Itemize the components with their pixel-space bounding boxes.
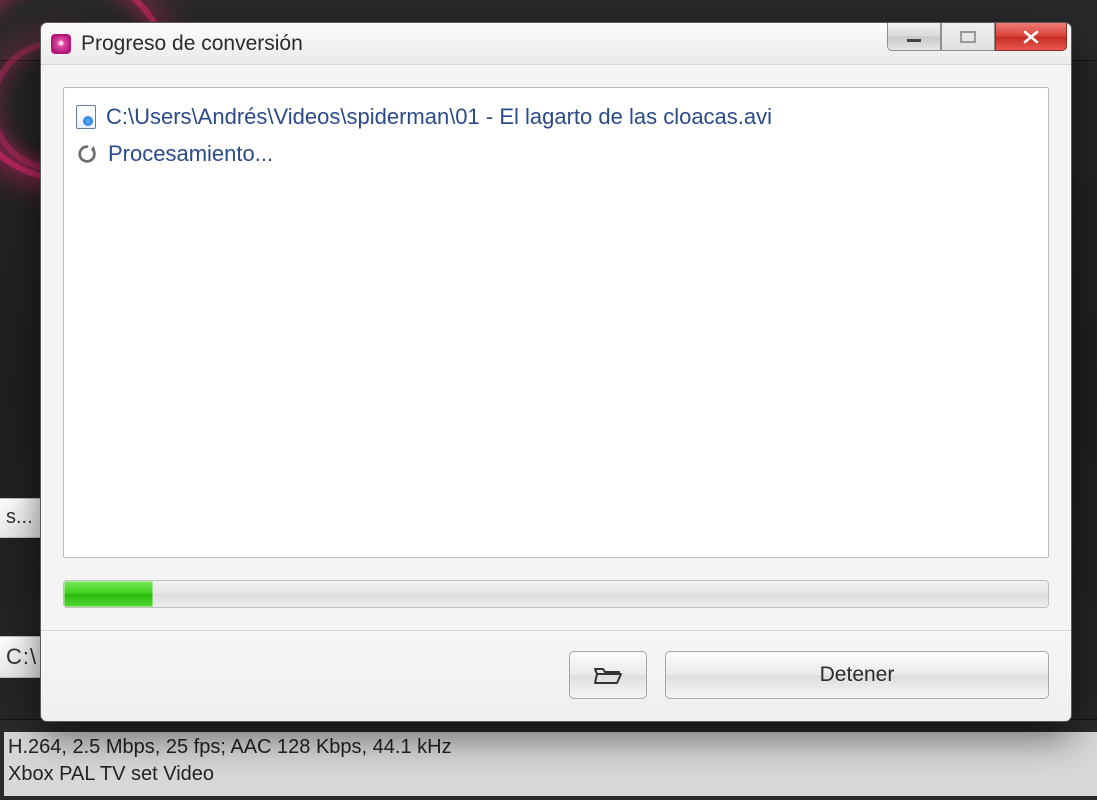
dialog-title: Progreso de conversión	[81, 32, 303, 56]
progress-fill	[64, 581, 153, 607]
open-folder-button[interactable]	[569, 651, 647, 699]
file-row[interactable]: C:\Users\Andrés\Videos\spiderman\01 - El…	[76, 98, 1036, 135]
close-icon	[1021, 30, 1041, 44]
video-file-icon	[76, 105, 96, 129]
maximize-icon	[959, 30, 977, 44]
stop-button[interactable]: Detener	[665, 651, 1049, 699]
status-text: Procesamiento...	[108, 135, 273, 172]
dialog-footer: Detener	[41, 630, 1071, 721]
file-list: C:\Users\Andrés\Videos\spiderman\01 - El…	[63, 87, 1049, 558]
close-button[interactable]	[995, 23, 1067, 51]
window-controls	[887, 23, 1067, 51]
file-path-text: C:\Users\Andrés\Videos\spiderman\01 - El…	[106, 98, 772, 135]
parent-codec-info: H.264, 2.5 Mbps, 25 fps; AAC 128 Kbps, 4…	[4, 732, 1097, 796]
codec-line-2: Xbox PAL TV set Video	[8, 761, 1093, 788]
maximize-button	[941, 23, 995, 51]
codec-line-1: H.264, 2.5 Mbps, 25 fps; AAC 128 Kbps, 4…	[8, 734, 1093, 761]
app-icon	[51, 34, 71, 54]
titlebar[interactable]: Progreso de conversión	[41, 23, 1071, 65]
status-row: Procesamiento...	[76, 135, 1036, 172]
progress-bar	[63, 580, 1049, 608]
minimize-button[interactable]	[887, 23, 941, 51]
minimize-icon	[905, 30, 923, 44]
processing-icon	[76, 143, 98, 165]
conversion-progress-dialog: Progreso de conversión C:\Users\Andrés\V…	[40, 22, 1072, 722]
folder-open-icon	[593, 664, 623, 686]
stop-button-label: Detener	[820, 663, 895, 687]
